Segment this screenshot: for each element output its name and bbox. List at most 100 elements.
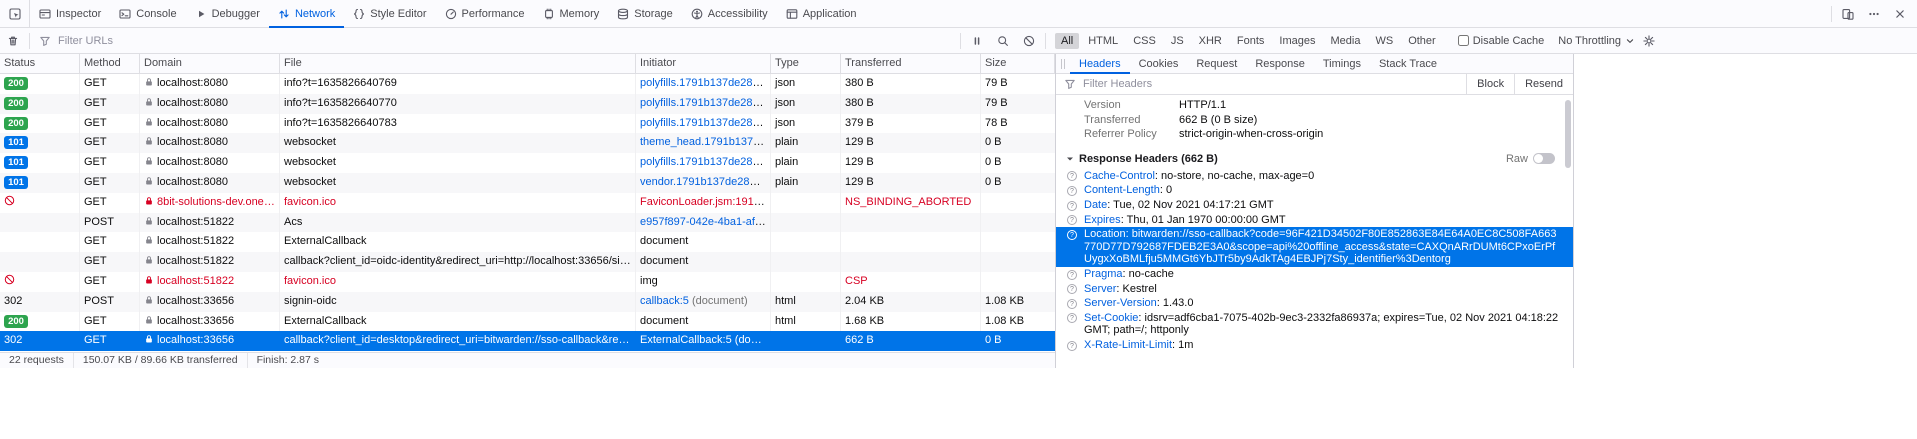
request-row[interactable]: GET8bit-solutions-dev.onelogin…favicon.i… — [0, 193, 1055, 213]
devtools-menu-button[interactable] — [1861, 1, 1887, 27]
column-header-domain[interactable]: Domain — [140, 54, 280, 73]
responsive-design-button[interactable] — [1835, 1, 1861, 27]
cell-initiator: vendor.1791b137de281b787… — [636, 173, 771, 193]
resend-button[interactable]: Resend — [1514, 74, 1573, 94]
type-filter-images[interactable]: Images — [1273, 33, 1321, 49]
tool-tab-console[interactable]: Console — [110, 0, 185, 27]
request-row[interactable]: 200GETlocalhost:8080info?t=1635826640769… — [0, 74, 1055, 94]
network-settings-button[interactable] — [1636, 29, 1662, 53]
request-row[interactable]: 101GETlocalhost:8080websocketvendor.1791… — [0, 173, 1055, 193]
type-filter-fonts[interactable]: Fonts — [1231, 33, 1271, 49]
help-icon[interactable]: ? — [1067, 270, 1077, 280]
request-row[interactable]: 200GETlocalhost:33656ExternalCallbackdoc… — [0, 312, 1055, 332]
cell-method: GET — [80, 252, 140, 272]
request-row[interactable]: 302POSTlocalhost:33656signin-oidccallbac… — [0, 292, 1055, 312]
help-icon[interactable]: ? — [1067, 284, 1077, 294]
request-row[interactable]: 101GETlocalhost:8080websocketpolyfills.1… — [0, 153, 1055, 173]
help-icon[interactable]: ? — [1067, 341, 1077, 351]
details-tab-cookies[interactable]: Cookies — [1130, 54, 1188, 73]
type-filter-ws[interactable]: WS — [1369, 33, 1399, 49]
column-header-type[interactable]: Type — [771, 54, 841, 73]
type-filter-xhr[interactable]: XHR — [1193, 33, 1228, 49]
help-icon[interactable]: ? — [1067, 215, 1077, 225]
search-button[interactable] — [990, 29, 1016, 53]
column-header-file[interactable]: File — [280, 54, 636, 73]
type-filter-html[interactable]: HTML — [1082, 33, 1124, 49]
response-header-row[interactable]: ?Set-Cookieidsrv=adf6cba1-7075-402b-9ec3… — [1056, 311, 1573, 338]
close-devtools-button[interactable] — [1887, 1, 1913, 27]
type-filter-media[interactable]: Media — [1324, 33, 1366, 49]
disable-cache-checkbox[interactable] — [1458, 35, 1469, 46]
request-row[interactable]: GETlocalhost:51822ExternalCallbackdocume… — [0, 232, 1055, 252]
details-tab-response[interactable]: Response — [1246, 54, 1314, 73]
help-icon[interactable]: ? — [1067, 299, 1077, 309]
help-icon[interactable]: ? — [1067, 313, 1077, 323]
tool-tab-accessibility[interactable]: Accessibility — [682, 0, 777, 27]
response-header-row[interactable]: ?Content-Length0 — [1056, 183, 1573, 198]
request-blocking-button[interactable] — [1016, 29, 1042, 53]
throttling-dropdown[interactable]: No Throttling — [1558, 34, 1636, 46]
type-filter-all[interactable]: All — [1055, 33, 1079, 49]
response-header-row[interactable]: ?Server-Version1.43.0 — [1056, 296, 1573, 311]
raw-toggle[interactable] — [1533, 153, 1555, 164]
tool-tab-application[interactable]: Application — [777, 0, 866, 27]
response-headers-section[interactable]: Response Headers (662 B) Raw — [1056, 151, 1573, 167]
lock-icon — [144, 134, 154, 153]
details-scrollbar[interactable] — [1565, 100, 1571, 168]
tool-tab-debugger[interactable]: Debugger — [186, 0, 269, 27]
request-row[interactable]: 302GETlocalhost:33656callback?client_id=… — [0, 331, 1055, 351]
cell-method: POST — [80, 213, 140, 233]
column-header-status[interactable]: Status — [0, 54, 80, 73]
cell-initiator: polyfills.1791b137de281b787… — [636, 153, 771, 173]
column-header-method[interactable]: Method — [80, 54, 140, 73]
tool-tab-style-editor[interactable]: Style Editor — [344, 0, 435, 27]
details-splitter[interactable] — [1056, 54, 1070, 73]
block-url-button[interactable]: Block — [1466, 74, 1514, 94]
help-icon[interactable]: ? — [1067, 171, 1077, 181]
domain-text: 8bit-solutions-dev.onelogin… — [157, 196, 280, 208]
request-row[interactable]: GETlocalhost:51822favicon.icoimgCSP — [0, 272, 1055, 292]
type-filter-other[interactable]: Other — [1402, 33, 1442, 49]
url-filter-input[interactable] — [56, 34, 951, 48]
tool-tab-network[interactable]: Network — [269, 0, 344, 27]
tool-tab-performance[interactable]: Performance — [436, 0, 534, 27]
cell-domain: localhost:8080 — [140, 74, 280, 94]
type-filter-css[interactable]: CSS — [1127, 33, 1162, 49]
details-tab-stack-trace[interactable]: Stack Trace — [1370, 54, 1446, 73]
response-header-row[interactable]: ?X-Rate-Limit-Limit1m — [1056, 338, 1573, 353]
tool-tab-storage[interactable]: Storage — [608, 0, 682, 27]
response-header-row[interactable]: ?ServerKestrel — [1056, 282, 1573, 297]
initiator-cause: (document) — [689, 295, 748, 307]
tool-tab-memory[interactable]: Memory — [534, 0, 609, 27]
help-icon[interactable]: ? — [1067, 186, 1077, 196]
throttling-value: No Throttling — [1558, 35, 1621, 47]
cell-domain: localhost:33656 — [140, 292, 280, 312]
column-header-size[interactable]: Size — [981, 54, 1055, 73]
headers-filter-input[interactable] — [1081, 77, 1458, 91]
cell-domain: localhost:51822 — [140, 232, 280, 252]
debugger-icon — [195, 8, 207, 20]
tool-tab-inspector[interactable]: Inspector — [30, 0, 110, 27]
response-header-row[interactable]: ?Locationbitwarden://sso-callback?code=9… — [1056, 227, 1573, 267]
element-picker-button[interactable] — [0, 0, 30, 27]
details-tab-headers[interactable]: Headers — [1070, 54, 1130, 73]
help-icon[interactable]: ? — [1067, 230, 1077, 240]
type-filter-js[interactable]: JS — [1165, 33, 1190, 49]
response-header-row[interactable]: ?DateTue, 02 Nov 2021 04:17:21 GMT — [1056, 198, 1573, 213]
clear-requests-button[interactable] — [0, 29, 26, 53]
response-header-row[interactable]: ?ExpiresThu, 01 Jan 1970 00:00:00 GMT — [1056, 213, 1573, 228]
request-row[interactable]: 200GETlocalhost:8080info?t=1635826640783… — [0, 114, 1055, 134]
pause-recording-button[interactable] — [964, 29, 990, 53]
request-row[interactable]: GETlocalhost:51822callback?client_id=oid… — [0, 252, 1055, 272]
request-row[interactable]: POSTlocalhost:51822Acse957f897-042e-4ba1… — [0, 213, 1055, 233]
response-header-row[interactable]: ?Pragmano-cache — [1056, 267, 1573, 282]
column-header-initiator[interactable]: Initiator — [636, 54, 771, 73]
cell-size: 0 B — [981, 133, 1055, 153]
request-row[interactable]: 200GETlocalhost:8080info?t=1635826640770… — [0, 94, 1055, 114]
response-header-row[interactable]: ?Cache-Controlno-store, no-cache, max-ag… — [1056, 169, 1573, 184]
column-header-transferred[interactable]: Transferred — [841, 54, 981, 73]
details-tab-timings[interactable]: Timings — [1314, 54, 1370, 73]
details-tab-request[interactable]: Request — [1187, 54, 1246, 73]
help-icon[interactable]: ? — [1067, 201, 1077, 211]
request-row[interactable]: 101GETlocalhost:8080websockettheme_head.… — [0, 133, 1055, 153]
